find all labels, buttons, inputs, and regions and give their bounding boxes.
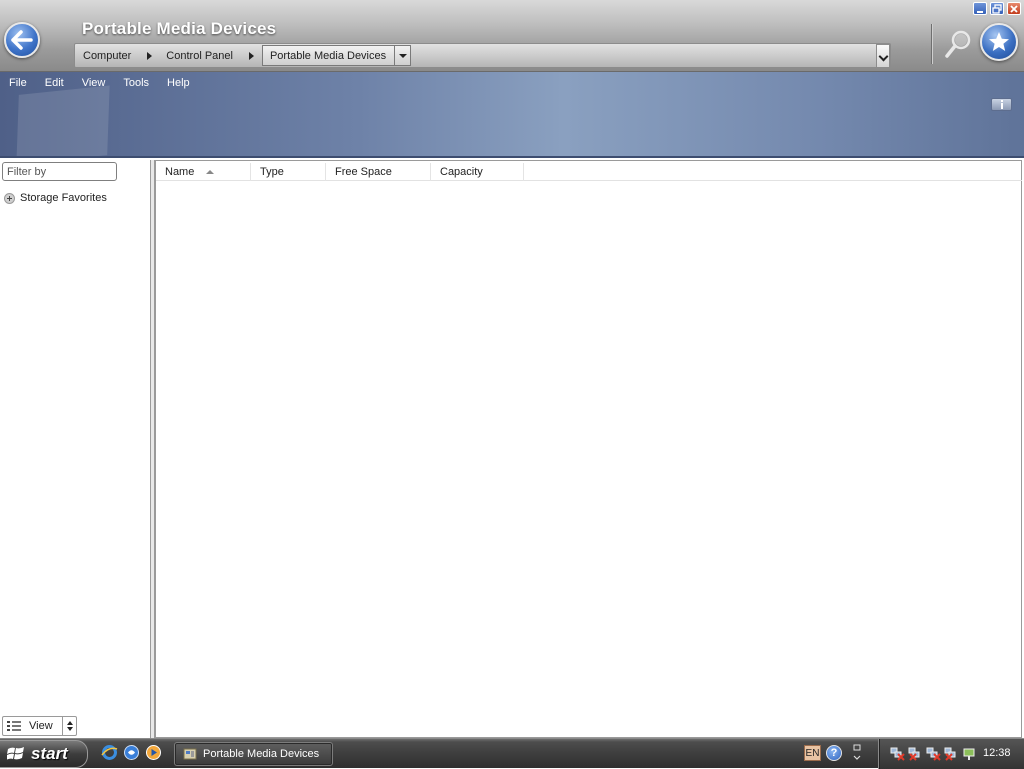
window-title: Portable Media Devices — [82, 19, 277, 38]
network-disconnected-icon[interactable] — [907, 745, 923, 761]
sort-ascending-icon — [206, 170, 215, 174]
view-spinner[interactable] — [62, 717, 76, 735]
column-header-label: Free Space — [335, 166, 392, 178]
safely-remove-hardware-icon[interactable] — [961, 745, 977, 761]
restore-icon — [992, 3, 1002, 14]
address-history-dropdown[interactable] — [876, 44, 890, 68]
menu-help[interactable]: Help — [158, 76, 199, 91]
menu-view[interactable]: View — [73, 76, 115, 91]
network-disconnected-icon[interactable] — [925, 745, 941, 761]
browser-icon[interactable] — [123, 744, 140, 761]
breadcrumb-label: Computer — [83, 49, 132, 62]
column-header-name[interactable]: Name — [156, 163, 251, 181]
filter-input[interactable] — [2, 162, 117, 181]
minimize-button[interactable] — [973, 2, 987, 15]
internet-explorer-icon[interactable] — [101, 744, 118, 761]
breadcrumb-dropdown[interactable] — [394, 46, 410, 65]
minimize-icon — [977, 10, 983, 13]
back-arrow-icon — [11, 30, 33, 50]
view-label: View — [29, 720, 53, 732]
device-list-view[interactable]: Name Type Free Space Capacity — [155, 160, 1022, 738]
media-player-icon[interactable] — [145, 744, 162, 761]
spin-down-icon[interactable] — [66, 727, 73, 731]
clock[interactable]: 12:38 — [983, 747, 1011, 759]
column-header-label: Capacity — [440, 166, 483, 178]
column-header-free-space[interactable]: Free Space — [326, 163, 431, 181]
menu-file[interactable]: File — [0, 76, 36, 91]
view-control[interactable]: View — [2, 716, 77, 736]
network-disconnected-icon[interactable] — [889, 745, 905, 761]
toolbar-separator — [931, 24, 932, 64]
expand-plus-icon[interactable] — [4, 192, 15, 204]
tray-options-icon[interactable] — [852, 743, 862, 763]
spin-up-icon[interactable] — [66, 721, 73, 725]
system-tray: 12:38 — [878, 739, 1024, 769]
back-button[interactable] — [4, 22, 40, 58]
help-icon[interactable]: ? — [826, 745, 842, 761]
banner-decoration — [16, 85, 110, 156]
info-icon — [1000, 100, 1003, 109]
column-header-capacity[interactable]: Capacity — [431, 163, 524, 181]
column-headers: Name Type Free Space Capacity — [156, 163, 1022, 181]
breadcrumb-label: Control Panel — [166, 49, 233, 62]
quick-launch — [101, 744, 162, 761]
search-button[interactable] — [943, 28, 973, 60]
title-bar: Portable Media Devices Computer Control … — [0, 0, 1024, 72]
start-button[interactable]: start — [0, 740, 88, 768]
windows-logo-icon — [7, 747, 24, 760]
column-header-label: Type — [260, 166, 284, 178]
breadcrumb-control-panel[interactable]: Control Panel — [158, 44, 260, 67]
storage-favorites-node[interactable]: Storage Favorites — [4, 192, 107, 204]
column-header-type[interactable]: Type — [251, 163, 326, 181]
breadcrumb-label: Portable Media Devices — [269, 49, 387, 62]
network-disconnected-icon[interactable] — [943, 745, 959, 761]
breadcrumb-arrow-icon[interactable] — [147, 51, 153, 60]
language-indicator[interactable]: EN — [804, 745, 821, 761]
breadcrumb-arrow-icon[interactable] — [248, 51, 254, 60]
info-button[interactable] — [991, 98, 1012, 111]
restore-button[interactable] — [990, 2, 1004, 15]
favorites-button[interactable] — [980, 23, 1018, 61]
breadcrumb-portable-media-devices[interactable]: Portable Media Devices — [261, 45, 412, 66]
menu-tools[interactable]: Tools — [114, 76, 158, 91]
navigation-pane: Storage Favorites View — [0, 160, 151, 738]
chevron-down-icon — [878, 51, 888, 62]
start-label: start — [31, 744, 68, 763]
close-icon — [1010, 4, 1018, 13]
column-header-label: Name — [165, 166, 195, 178]
control-panel-icon — [183, 748, 197, 760]
chevron-down-icon — [398, 53, 407, 58]
tray-icons — [889, 745, 977, 761]
menu-banner: File Edit View Tools Help — [0, 72, 1024, 158]
close-button[interactable] — [1007, 2, 1021, 15]
taskbar-item-portable-media-devices[interactable]: Portable Media Devices — [174, 742, 333, 766]
address-bar[interactable]: Computer Control Panel Portable Media De… — [74, 43, 891, 68]
menu-bar: File Edit View Tools Help — [0, 76, 199, 91]
taskbar-item-label: Portable Media Devices — [203, 748, 320, 760]
menu-edit[interactable]: Edit — [36, 76, 73, 91]
view-list-icon — [3, 717, 25, 735]
breadcrumb-computer[interactable]: Computer — [75, 44, 158, 67]
storage-favorites-label: Storage Favorites — [20, 192, 107, 204]
magnifier-icon — [945, 30, 971, 58]
taskbar: start Portable Media Devices EN ? 12:38 — [0, 738, 1024, 769]
star-icon — [989, 32, 1009, 51]
